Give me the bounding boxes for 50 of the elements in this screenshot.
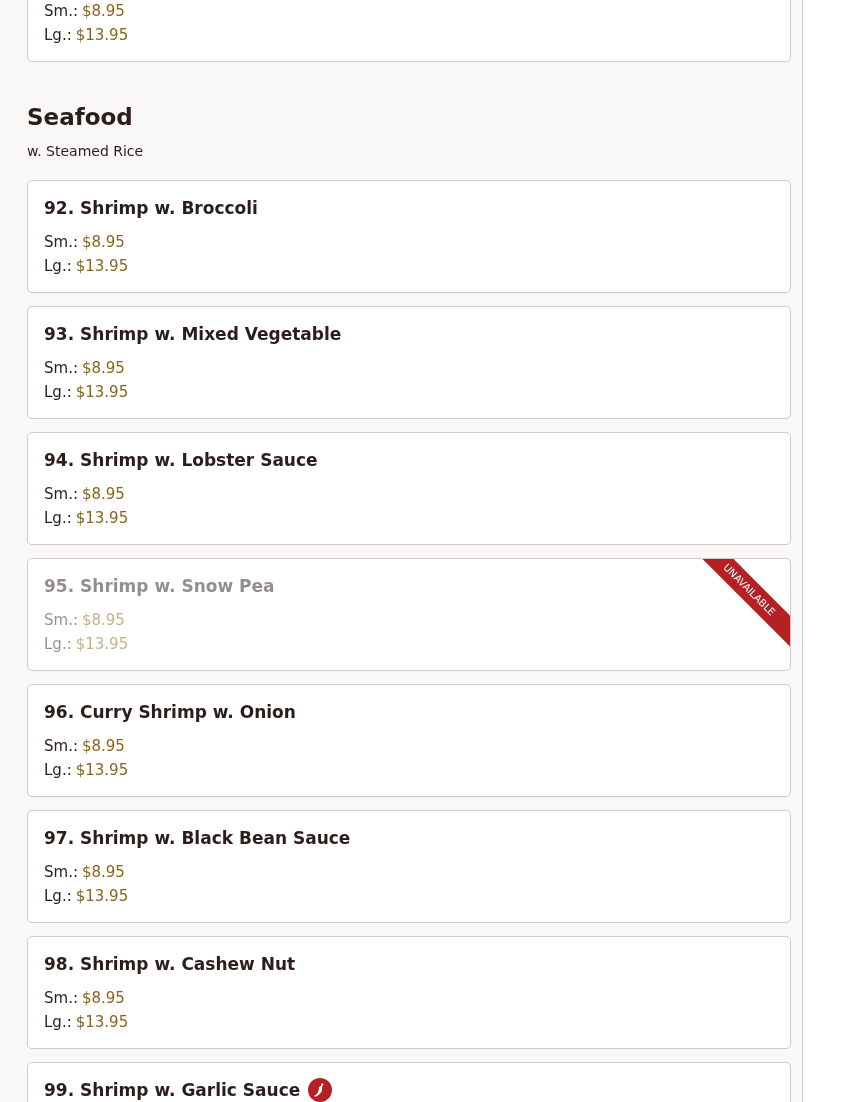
menu-item-card[interactable]: 93. Shrimp w. Mixed Vegetable Sm.: $8.95 Lg.: $13.95: [27, 306, 791, 419]
size-label: Sm.:: [44, 485, 78, 503]
size-label: Lg.:: [44, 257, 72, 275]
price: $13.95: [75, 1013, 129, 1031]
item-name: 93. Shrimp w. Mixed Vegetable: [44, 324, 342, 344]
menu-item-card[interactable]: 96. Curry Shrimp w. Onion Sm.: $8.95 Lg.: $13.95: [27, 684, 791, 797]
price: $8.95: [81, 233, 125, 251]
price: $8.95: [81, 359, 125, 377]
menu-item-card[interactable]: 97. Shrimp w. Black Bean Sauce Sm.: $8.95 Lg.: $13.95: [27, 810, 791, 923]
item-name: 99. Shrimp w. Garlic Sauce: [44, 1080, 301, 1100]
menu-item-card[interactable]: 98. Shrimp w. Cashew Nut Sm.: $8.95 Lg.: $13.95: [27, 936, 791, 1049]
item-name: 92. Shrimp w. Broccoli: [44, 198, 258, 218]
item-name: 96. Curry Shrimp w. Onion: [44, 702, 296, 722]
price: $13.95: [75, 761, 129, 779]
price: $8.95: [81, 485, 125, 503]
size-label: Lg.:: [44, 761, 72, 779]
size-label: Sm.:: [44, 233, 78, 251]
size-label: Sm.:: [44, 989, 78, 1007]
price: $8.95: [81, 2, 125, 20]
item-name: 94. Shrimp w. Lobster Sauce: [44, 450, 318, 470]
size-label: Lg.:: [44, 635, 72, 653]
size-label: Sm.:: [44, 2, 78, 20]
menu-item-card[interactable]: 92. Shrimp w. Broccoli Sm.: $8.95 Lg.: $13.95: [27, 180, 791, 293]
size-label: Lg.:: [44, 1013, 72, 1031]
item-name: 95. Shrimp w. Snow Pea: [44, 576, 275, 596]
price: $13.95: [75, 635, 129, 653]
size-label: Sm.:: [44, 611, 78, 629]
section-title: Seafood: [27, 103, 134, 132]
menu-item-card[interactable]: 94. Shrimp w. Lobster Sauce Sm.: $8.95 Lg.: $13.95: [27, 432, 791, 545]
item-name: 98. Shrimp w. Cashew Nut: [44, 954, 296, 974]
item-name: 97. Shrimp w. Black Bean Sauce: [44, 828, 351, 848]
size-label: Sm.:: [44, 737, 78, 755]
size-label: Sm.:: [44, 359, 78, 377]
size-label: Lg.:: [44, 26, 72, 44]
price: $13.95: [75, 509, 129, 527]
size-label: Sm.:: [44, 863, 78, 881]
menu-item-card[interactable]: 99. Shrimp w. Garlic Sauce: [27, 1062, 791, 1102]
price: $8.95: [81, 989, 125, 1007]
price: $13.95: [75, 257, 129, 275]
price: $13.95: [75, 887, 129, 905]
size-label: Lg.:: [44, 509, 72, 527]
price: $8.95: [81, 611, 125, 629]
size-label: Lg.:: [44, 383, 72, 401]
price: $13.95: [75, 383, 129, 401]
section-subtitle: w. Steamed Rice: [27, 142, 145, 161]
pepper-icon: [308, 1078, 333, 1102]
price: $8.95: [81, 863, 125, 881]
size-label: Lg.:: [44, 887, 72, 905]
price: $8.95: [81, 737, 125, 755]
price: $13.95: [75, 26, 129, 44]
